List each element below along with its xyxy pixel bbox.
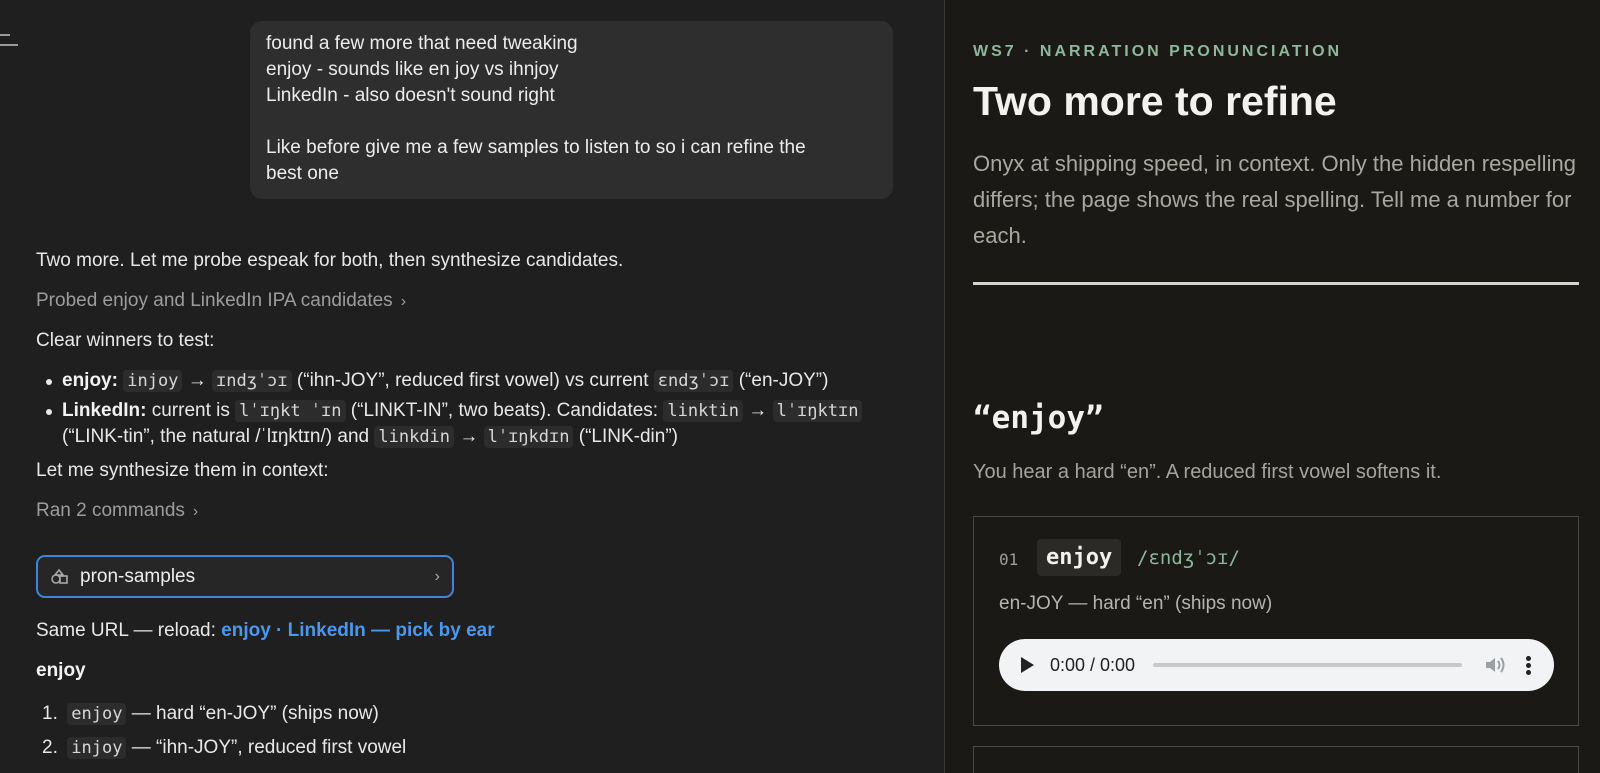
inline-code: ɪndʒˈɔɪ: [211, 370, 292, 392]
list-number: 2.: [42, 737, 58, 758]
section-heading: enjoy: [36, 660, 86, 682]
sample-ipa: /ɛndʒˈɔɪ/: [1137, 547, 1240, 569]
word-description: You hear a hard “en”. A reduced first vo…: [973, 461, 1442, 483]
sample-index: 01: [999, 550, 1019, 569]
commands-toggle-label: Ran 2 commands: [36, 500, 185, 521]
sidebar-toggle-icon[interactable]: [0, 34, 20, 48]
volume-icon[interactable]: [1484, 656, 1506, 674]
bullet-label: enjoy:: [62, 370, 118, 391]
list-text: — “ihn-JOY”, reduced first vowel: [131, 737, 407, 758]
audio-seek-bar[interactable]: [1153, 663, 1462, 667]
bullet-text: (“LINKT-IN”, two beats). Candidates:: [350, 400, 659, 421]
arrow-text: →: [187, 370, 207, 391]
bullet-label: LinkedIn:: [62, 400, 147, 421]
play-icon[interactable]: [1021, 657, 1034, 673]
chevron-right-icon: ›: [192, 503, 199, 520]
inline-code: lˈɪŋkt ˈɪn: [235, 400, 346, 422]
bullet-text: current is: [151, 400, 230, 421]
sample-description: en-JOY — hard “en” (ships now): [999, 593, 1273, 614]
candidate-list: enjoy: injoy → ɪndʒˈɔɪ (“ihn-JOY”, reduc…: [36, 368, 916, 450]
audio-player: 0:00 / 0:00: [999, 639, 1554, 691]
reload-line: Same URL — reload: enjoy · LinkedIn — pi…: [36, 620, 495, 642]
bullet-text: (“LINK-din”): [578, 426, 678, 447]
word-heading: “enjoy”: [973, 400, 1104, 436]
sample-word: enjoy: [1037, 539, 1122, 576]
user-message-line: found a few more that need tweaking: [266, 33, 578, 54]
user-message-line: Like before give me a few samples to lis…: [266, 137, 806, 158]
synth-line: Let me synthesize them in context:: [36, 460, 329, 481]
list-number: 1.: [42, 703, 58, 724]
preview-description: Onyx at shipping speed, in context. Only…: [973, 151, 1576, 248]
preview-eyebrow: WS7 · NARRATION PRONUNCIATION: [973, 43, 1343, 60]
shapes-icon: [51, 568, 68, 584]
inline-code: injoy: [67, 737, 127, 759]
user-message-line: enjoy - sounds like en joy vs ihnjoy: [266, 59, 559, 80]
bullet-text: (“LINK-tin”, the natural /ˈlɪŋktɪn/) and: [62, 426, 370, 447]
sample-card: [973, 746, 1579, 773]
preview-pane: WS7 · NARRATION PRONUNCIATION Two more t…: [945, 0, 1600, 773]
pick-list: 1. enjoy — hard “en-JOY” (ships now) 2. …: [36, 697, 636, 765]
inline-code: injoy: [123, 370, 183, 392]
reload-link[interactable]: enjoy · LinkedIn — pick by ear: [221, 620, 494, 641]
user-message-line: best one: [266, 163, 339, 184]
user-message-line: LinkedIn - also doesn't sound right: [266, 85, 555, 106]
assistant-intro: Two more. Let me probe espeak for both, …: [36, 250, 624, 271]
sample-card: 01 enjoy /ɛndʒˈɔɪ/ en-JOY — hard “en” (s…: [973, 516, 1579, 726]
arrow-text: →: [748, 400, 768, 421]
divider-rule: [973, 282, 1579, 285]
inline-code: linkdin: [374, 426, 455, 448]
bullet-text: (“ihn-JOY”, reduced first vowel) vs curr…: [296, 370, 649, 391]
chevron-right-icon: ›: [434, 567, 440, 585]
commands-toggle[interactable]: Ran 2 commands ›: [36, 500, 198, 522]
inline-code: lˈɪŋkdɪn: [483, 426, 574, 448]
list-item: 2. injoy — “ihn-JOY”, reduced first vowe…: [36, 731, 636, 765]
list-item: 1. enjoy — hard “en-JOY” (ships now): [36, 697, 636, 731]
user-message-bubble: found a few more that need tweaking enjo…: [250, 21, 893, 199]
preview-title: Two more to refine: [973, 78, 1337, 124]
bullet-enjoy: enjoy: injoy → ɪndʒˈɔɪ (“ihn-JOY”, reduc…: [36, 368, 916, 394]
arrow-text: →: [459, 426, 479, 447]
inline-code: linktin: [663, 400, 744, 422]
audio-time: 0:00 / 0:00: [1050, 654, 1136, 675]
inline-code: lˈɪŋktɪn: [772, 400, 863, 422]
winners-heading: Clear winners to test:: [36, 330, 215, 351]
user-message-line: [266, 109, 877, 135]
artifact-card-pron-samples[interactable]: pron-samples ›: [36, 555, 454, 598]
reload-prefix: Same URL — reload:: [36, 620, 216, 641]
chevron-right-icon: ›: [400, 293, 407, 310]
probe-toggle-label: Probed enjoy and LinkedIn IPA candidates: [36, 290, 393, 311]
bullet-linkedin: LinkedIn: current is lˈɪŋkt ˈɪn (“LINKT-…: [36, 398, 916, 450]
list-text: — hard “en-JOY” (ships now): [131, 703, 379, 724]
artifact-name: pron-samples: [80, 565, 196, 587]
probe-toggle[interactable]: Probed enjoy and LinkedIn IPA candidates…: [36, 290, 406, 312]
chat-pane: found a few more that need tweaking enjo…: [0, 0, 944, 773]
more-options-icon[interactable]: [1526, 654, 1532, 677]
inline-code: enjoy: [67, 703, 127, 725]
bullet-text: (“en-JOY”): [738, 370, 829, 391]
section-heading-text: enjoy: [36, 660, 86, 681]
inline-code: ɛndʒˈɔɪ: [653, 370, 734, 392]
